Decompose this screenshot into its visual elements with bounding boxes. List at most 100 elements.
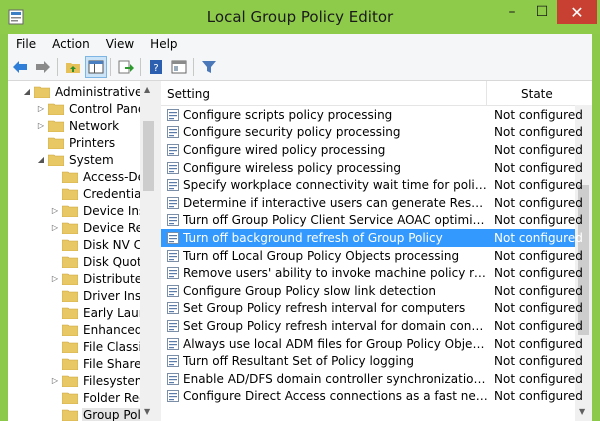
policy-setting-icon xyxy=(167,319,179,332)
menu-bar: File Action View Help xyxy=(8,34,592,54)
tree-item[interactable]: Group Polic xyxy=(50,406,152,421)
close-button[interactable]: ✕ xyxy=(557,0,597,24)
expand-arrow-icon[interactable]: ▷ xyxy=(36,121,46,130)
policy-name: Turn off Group Policy Client Service AOA… xyxy=(183,213,488,228)
navigation-tree[interactable]: Group Polic Folder Redi ▷ Filesystem File Sh… xyxy=(8,81,158,421)
menu-action[interactable]: Action xyxy=(44,37,98,51)
tree-item[interactable]: ▷ Control Panel xyxy=(36,100,150,117)
folder-icon xyxy=(62,358,78,370)
expand-arrow-icon[interactable]: ◢ xyxy=(22,87,32,96)
show-hide-tree-button[interactable] xyxy=(85,56,107,78)
policy-name: Configure Direct Access connections as a… xyxy=(183,389,488,404)
policy-state: Not configured xyxy=(494,318,583,333)
policy-name: Remove users' ability to invoke machine … xyxy=(183,266,488,281)
policy-state: Not configured xyxy=(494,389,583,404)
help-button[interactable]: ? xyxy=(145,56,167,78)
policy-state: Not configured xyxy=(494,125,583,140)
policy-setting-icon xyxy=(167,355,179,368)
folder-icon xyxy=(62,375,78,387)
expand-arrow-icon[interactable]: ▷ xyxy=(50,274,60,283)
policy-row[interactable]: Set Group Policy refresh interval for do… xyxy=(161,317,583,335)
tree-item[interactable]: Credentials xyxy=(50,185,152,202)
tree-item[interactable]: Access-Der xyxy=(50,168,151,185)
column-divider[interactable] xyxy=(486,81,487,105)
up-level-button[interactable] xyxy=(62,56,84,78)
expand-arrow-icon[interactable]: ▷ xyxy=(50,376,60,385)
menu-help[interactable]: Help xyxy=(142,37,185,51)
policy-setting-icon xyxy=(167,249,179,262)
policy-row[interactable]: Turn off Resultant Set of Policy logging… xyxy=(161,352,583,370)
filter-button[interactable] xyxy=(198,56,220,78)
folder-icon xyxy=(62,205,78,217)
column-header-setting[interactable]: Setting xyxy=(167,87,210,101)
policy-row[interactable]: Configure Direct Access connections as a… xyxy=(161,388,583,406)
filter-icon xyxy=(202,61,216,73)
policy-setting-icon xyxy=(167,214,179,227)
menu-view[interactable]: View xyxy=(98,37,142,51)
policy-row[interactable]: Always use local ADM files for Group Pol… xyxy=(161,335,583,353)
export-list-button[interactable] xyxy=(115,56,137,78)
tree-item[interactable]: Disk Quota xyxy=(50,253,150,270)
policy-row[interactable]: Configure Group Policy slow link detecti… xyxy=(161,282,583,300)
back-button[interactable] xyxy=(9,56,31,78)
tree-item[interactable]: Driver Insta xyxy=(50,287,154,304)
policy-row[interactable]: Configure security policy processing Not … xyxy=(161,124,583,142)
maximize-button[interactable]: ☐ xyxy=(527,0,557,24)
expand-arrow-icon[interactable]: ▷ xyxy=(50,206,60,215)
policy-row[interactable]: Configure wireless policy processing Not … xyxy=(161,159,583,177)
expand-arrow-icon[interactable]: ◢ xyxy=(36,155,46,164)
tree-item[interactable]: File Classifi xyxy=(50,338,150,355)
scroll-down-arrow-icon[interactable]: ▼ xyxy=(579,407,585,416)
policy-setting-icon xyxy=(167,179,179,192)
policy-row[interactable]: Turn off Group Policy Client Service AOA… xyxy=(161,212,583,230)
policy-row[interactable]: Determine if interactive users can gener… xyxy=(161,194,583,212)
forward-button[interactable] xyxy=(32,56,54,78)
tree-item[interactable]: ◢ System xyxy=(36,151,115,168)
folder-icon xyxy=(62,239,78,251)
properties-icon xyxy=(171,60,187,74)
menu-file[interactable]: File xyxy=(8,37,44,51)
tree-item[interactable]: File Share S xyxy=(50,355,154,372)
expand-arrow-icon[interactable]: ▷ xyxy=(36,104,46,113)
app-window: Local Group Policy Editor – ☐ ✕ File Act… xyxy=(0,0,600,421)
policy-row[interactable]: Configure scripts policy processing Not c… xyxy=(161,106,583,124)
tree-item[interactable]: ▷ Filesystem xyxy=(50,372,147,389)
policy-row[interactable]: Remove users' ability to invoke machine … xyxy=(161,264,583,282)
scroll-down-arrow-icon[interactable]: ▼ xyxy=(144,407,150,416)
tree-item[interactable]: Folder Redi xyxy=(50,389,151,406)
back-icon xyxy=(13,61,27,73)
policy-setting-icon xyxy=(167,337,179,350)
folder-icon xyxy=(62,341,78,353)
expand-arrow-icon[interactable]: ▷ xyxy=(50,223,60,232)
policy-state: Not configured xyxy=(494,266,583,281)
column-header-state[interactable]: State xyxy=(521,87,553,101)
tree-item[interactable]: Disk NV Ca xyxy=(50,236,150,253)
tree-item[interactable]: ▷ Device Red xyxy=(50,219,152,236)
policy-name: Specify workplace connectivity wait time… xyxy=(183,178,488,193)
scroll-up-arrow-icon[interactable]: ▲ xyxy=(144,85,150,94)
policy-row[interactable]: Turn off background refresh of Group Pol… xyxy=(161,229,583,247)
tree-item[interactable]: Printers xyxy=(36,134,116,151)
minimize-button[interactable]: – xyxy=(497,0,527,24)
show-tree-icon xyxy=(88,60,104,74)
policy-state: Not configured xyxy=(494,283,583,298)
policy-row[interactable]: Configure wired policy processing Not con… xyxy=(161,141,583,159)
tree-item[interactable]: ▷ Distributed xyxy=(50,270,151,287)
tree-item[interactable]: ▷ Network xyxy=(36,117,120,134)
policy-row[interactable]: Specify workplace connectivity wait time… xyxy=(161,176,583,194)
policy-setting-icon xyxy=(167,108,179,121)
policy-name: Configure Group Policy slow link detecti… xyxy=(183,283,436,298)
policy-row[interactable]: Turn off Local Group Policy Objects proc… xyxy=(161,247,583,265)
tree-scrollbar-thumb[interactable] xyxy=(143,121,154,191)
tree-item[interactable]: ◢ Administrative Ter xyxy=(22,83,157,100)
tree-item-label: Filesystem xyxy=(83,373,147,388)
properties-button[interactable] xyxy=(168,56,190,78)
toolbar-separator xyxy=(110,58,111,76)
policy-row[interactable]: Enable AD/DFS domain controller synchron… xyxy=(161,370,583,388)
tree-scrollbar[interactable]: ▲ ▼ xyxy=(140,81,157,421)
policy-row[interactable]: Set Group Policy refresh interval for co… xyxy=(161,300,583,318)
title-bar[interactable]: Local Group Policy Editor – ☐ ✕ xyxy=(0,0,600,34)
policy-state: Not configured xyxy=(494,195,583,210)
policy-setting-icon xyxy=(167,372,179,385)
tree-item[interactable]: Early Launc xyxy=(50,304,154,321)
